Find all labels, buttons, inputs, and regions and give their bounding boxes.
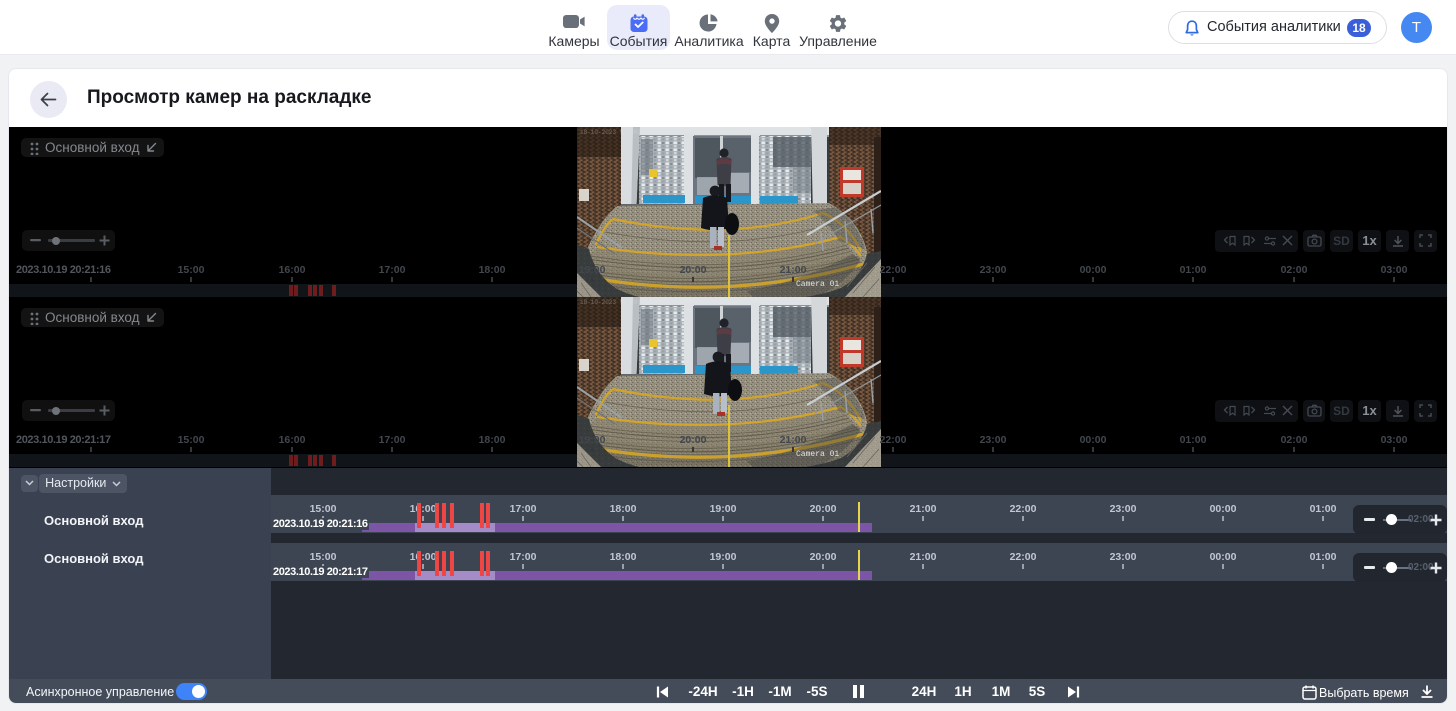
svg-text:18-10-2023 Чт 20:21:28: 18-10-2023 Чт 20:21:28 xyxy=(580,129,660,136)
svg-text:Camera 01: Camera 01 xyxy=(796,280,839,289)
svg-text:Camera 01: Camera 01 xyxy=(796,450,839,459)
svg-text:18-10-2023 Чт 20:21:28: 18-10-2023 Чт 20:21:28 xyxy=(580,299,660,306)
